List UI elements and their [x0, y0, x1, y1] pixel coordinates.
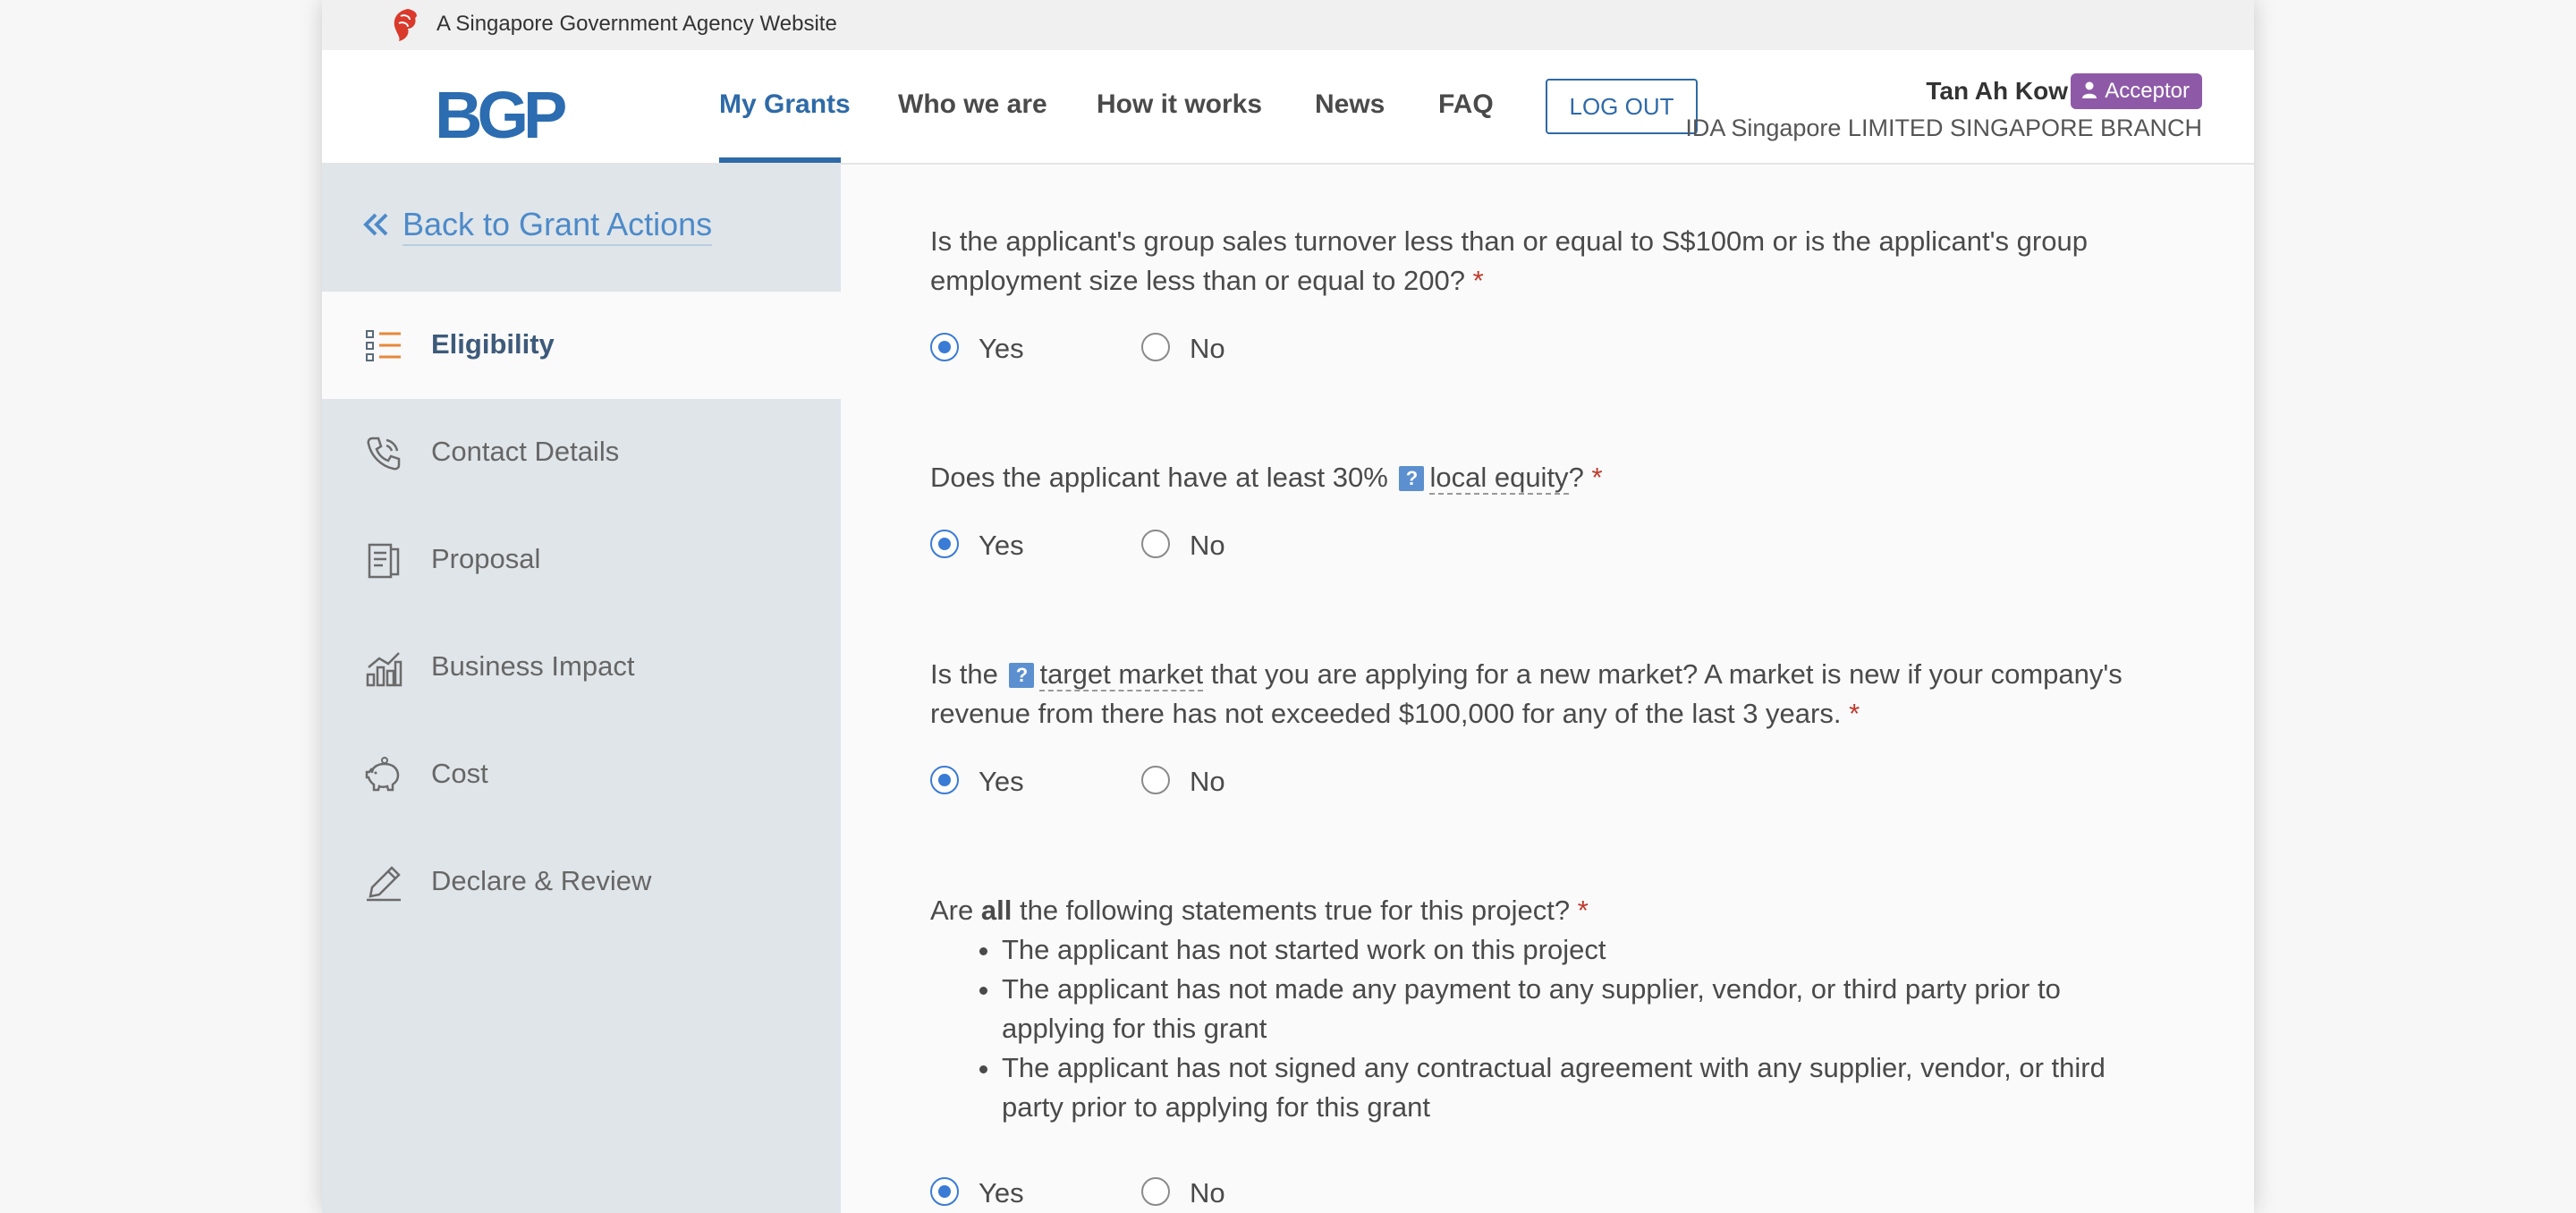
page: A Singapore Government Agency Website BG…	[322, 0, 2254, 1213]
tooltip-term-target-market[interactable]: target market	[1039, 658, 1204, 691]
list-item: The applicant has not started work on th…	[1002, 930, 2129, 970]
required-marker: *	[1577, 895, 1589, 926]
question-text: Are	[930, 895, 974, 926]
masthead-text: A Singapore Government Agency Website	[436, 12, 837, 36]
radio-circle[interactable]	[930, 530, 959, 558]
list-item: The applicant has not made any payment t…	[1002, 970, 2129, 1048]
gov-masthead: A Singapore Government Agency Website	[322, 0, 2254, 50]
back-link-label: Back to Grant Actions	[402, 206, 713, 246]
nav-news[interactable]: News	[1315, 89, 1385, 120]
radio-label: Yes	[979, 1177, 1024, 1209]
help-icon[interactable]: ?	[1009, 663, 1035, 688]
radio-label: Yes	[979, 530, 1024, 561]
question-text: Is the applicant's group sales turnover …	[930, 225, 2088, 296]
radio-circle[interactable]	[1141, 530, 1170, 558]
radio-label: Yes	[979, 766, 1024, 797]
bgp-logo[interactable]: BGP	[435, 82, 567, 148]
radio-label: No	[1190, 530, 1225, 561]
sidebar-item-business-impact[interactable]: Business Impact	[322, 614, 841, 721]
radio-circle[interactable]	[930, 1177, 959, 1206]
eligibility-form: Is the applicant's group sales turnover …	[841, 165, 2254, 1213]
tooltip-term-local-equity[interactable]: local equity	[1429, 462, 1569, 495]
required-marker: *	[1472, 265, 1484, 296]
role-label: Acceptor	[2105, 79, 2190, 103]
question-local-equity: Does the applicant have at least 30% ? lo…	[930, 458, 2129, 497]
radio-circle[interactable]	[930, 766, 959, 794]
radio-circle[interactable]	[1141, 1177, 1170, 1206]
sidebar-item-contact-details[interactable]: Contact Details	[322, 399, 841, 506]
sidebar-item-eligibility[interactable]: Eligibility	[322, 292, 841, 399]
list-icon	[366, 330, 401, 361]
sidebar-item-label: Business Impact	[431, 650, 635, 682]
question-target-market: Is the ? target market that you are apply…	[930, 655, 2129, 734]
site-header: BGP My Grants Who we are How it works Ne…	[322, 50, 2254, 165]
document-icon	[368, 543, 400, 579]
statement-list: The applicant has not started work on th…	[930, 930, 2129, 1127]
radio-circle[interactable]	[1141, 766, 1170, 794]
double-chevron-left-icon	[363, 213, 388, 236]
question-turnover: Is the applicant's group sales turnover …	[930, 222, 2129, 301]
nav-how-it-works[interactable]: How it works	[1097, 89, 1262, 120]
radio-label: No	[1190, 1177, 1225, 1209]
radio-circle[interactable]	[930, 333, 959, 361]
sidebar-item-label: Proposal	[431, 543, 541, 574]
radio-label: No	[1190, 766, 1225, 797]
question-emphasis: all	[980, 895, 1013, 926]
sidebar-item-label: Declare & Review	[431, 865, 652, 896]
lion-head-icon	[394, 9, 417, 41]
user-name: Tan Ah Kow	[1926, 77, 2068, 105]
person-icon	[2082, 81, 2097, 98]
nav-who-we-are[interactable]: Who we are	[898, 89, 1047, 120]
required-marker: *	[1849, 698, 1860, 729]
question-statements: Are all the following statements true fo…	[930, 891, 2129, 1127]
radio-circle[interactable]	[1141, 333, 1170, 361]
sidebar: Back to Grant Actions Eligibility Contac…	[322, 165, 841, 1213]
question-text: Does the applicant have at least 30%	[930, 462, 1388, 493]
logout-button[interactable]: LOG OUT	[1546, 79, 1698, 134]
role-badge: Acceptor	[2071, 73, 2202, 109]
question-text-end: ?	[1568, 462, 1584, 493]
bar-chart-icon	[366, 652, 402, 687]
list-item: The applicant has not signed any contrac…	[1002, 1048, 2129, 1127]
required-marker: *	[1591, 462, 1603, 493]
nav-my-grants[interactable]: My Grants	[719, 89, 851, 120]
piggy-bank-icon	[365, 757, 400, 792]
radio-label: Yes	[979, 333, 1024, 364]
sidebar-item-cost[interactable]: Cost	[322, 721, 841, 828]
radio-label: No	[1190, 333, 1225, 364]
sidebar-item-declare-review[interactable]: Declare & Review	[322, 828, 841, 936]
sidebar-item-proposal[interactable]: Proposal	[322, 506, 841, 614]
question-text: Is the	[930, 658, 998, 690]
pen-sign-icon	[367, 866, 401, 902]
question-text-end: the following statements true for this p…	[1019, 895, 1571, 926]
help-icon[interactable]: ?	[1399, 466, 1425, 491]
active-nav-indicator	[719, 157, 841, 163]
sidebar-item-label: Eligibility	[431, 328, 555, 360]
back-to-grant-actions-link[interactable]: Back to Grant Actions	[361, 206, 713, 246]
organization-name: IDA Singapore LIMITED SINGAPORE BRANCH	[1685, 115, 2202, 141]
sidebar-item-label: Cost	[431, 758, 488, 789]
nav-faq[interactable]: FAQ	[1438, 89, 1494, 120]
sidebar-item-label: Contact Details	[431, 436, 620, 467]
phone-icon	[367, 437, 401, 471]
